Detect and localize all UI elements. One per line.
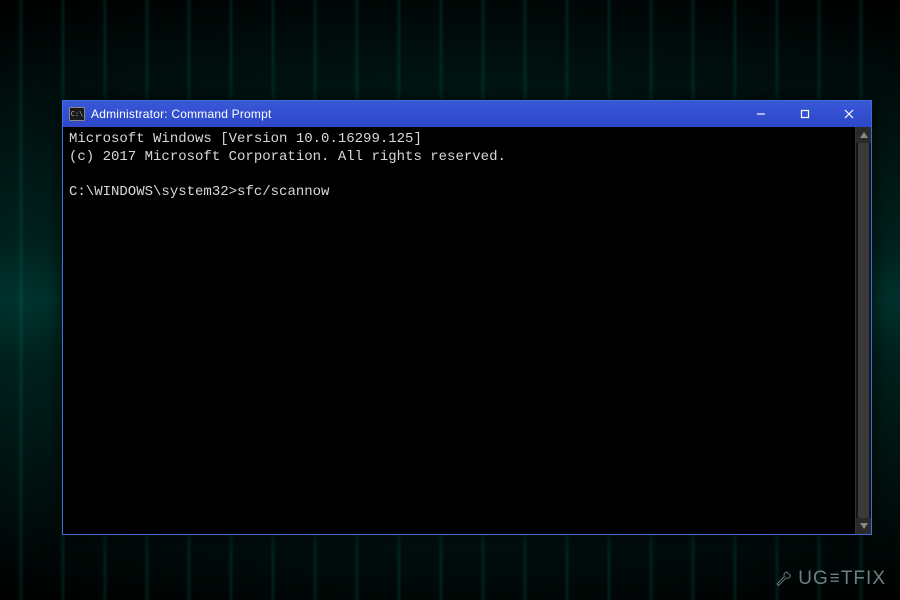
scrollbar[interactable] — [855, 127, 871, 534]
chevron-down-icon — [860, 523, 868, 529]
maximize-button[interactable] — [783, 101, 827, 127]
close-button[interactable] — [827, 101, 871, 127]
terminal-command: sfc/scannow — [237, 184, 329, 200]
terminal-prompt: C:\WINDOWS\system32> — [69, 184, 237, 200]
terminal-version-line: Microsoft Windows [Version 10.0.16299.12… — [69, 131, 422, 147]
terminal-copyright-line: (c) 2017 Microsoft Corporation. All righ… — [69, 149, 506, 165]
watermark-text: UG≡TFIX — [798, 568, 886, 590]
terminal-prompt-line: C:\WINDOWS\system32>sfc/scannow — [69, 184, 329, 200]
cmd-icon: C:\ — [69, 107, 85, 121]
window-controls — [739, 101, 871, 127]
scroll-down-button[interactable] — [856, 518, 871, 534]
chevron-up-icon — [860, 132, 868, 138]
watermark: UG≡TFIX — [774, 568, 886, 590]
scroll-up-button[interactable] — [856, 127, 871, 143]
maximize-icon — [800, 109, 810, 119]
terminal-content[interactable]: Microsoft Windows [Version 10.0.16299.12… — [63, 127, 855, 534]
wrench-icon — [774, 570, 792, 588]
terminal-body: Microsoft Windows [Version 10.0.16299.12… — [63, 127, 871, 534]
window-title: Administrator: Command Prompt — [91, 107, 739, 121]
scroll-track[interactable] — [856, 143, 871, 518]
scroll-thumb[interactable] — [858, 143, 869, 518]
command-prompt-window: C:\ Administrator: Command Prompt Micros… — [62, 100, 872, 535]
titlebar[interactable]: C:\ Administrator: Command Prompt — [63, 101, 871, 127]
close-icon — [844, 109, 854, 119]
minimize-button[interactable] — [739, 101, 783, 127]
minimize-icon — [756, 109, 766, 119]
